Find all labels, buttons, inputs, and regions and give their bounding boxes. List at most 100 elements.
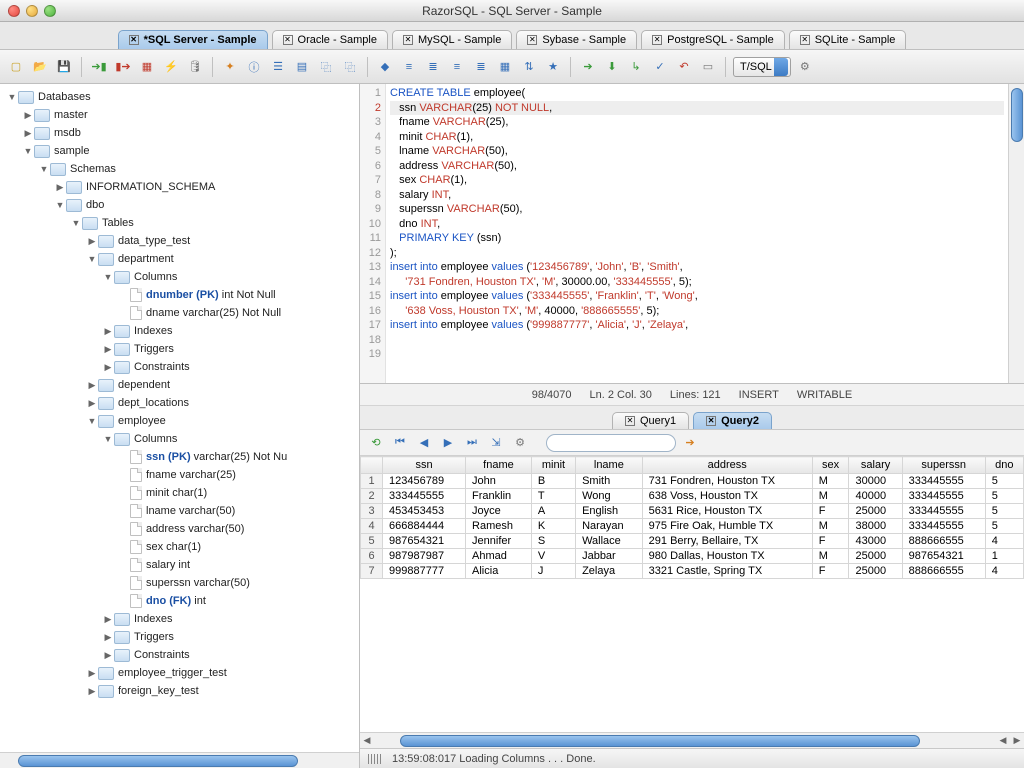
close-tab-icon[interactable]: ✕ [652, 35, 662, 45]
collapse-icon[interactable]: ▶ [86, 236, 98, 247]
new-file-button[interactable]: ▢ [6, 57, 26, 77]
disconnect-button[interactable]: ▮➔ [113, 57, 133, 77]
align4-button[interactable]: ≣ [471, 57, 491, 77]
tree-folder[interactable]: ▶Triggers [0, 340, 359, 358]
grid-cell[interactable]: 975 Fire Oak, Humble TX [642, 519, 812, 534]
star-button[interactable]: ★ [543, 57, 563, 77]
lightning-button[interactable]: ⚡ [161, 57, 181, 77]
res-last-button[interactable]: ⏭ [462, 433, 482, 453]
grid-cell[interactable]: 987987987 [383, 549, 466, 564]
grid-cell[interactable]: 5 [985, 474, 1023, 489]
res-go-button[interactable]: ➔ [680, 433, 700, 453]
grid-row[interactable]: 4666884444RameshKNarayan975 Fire Oak, Hu… [361, 519, 1024, 534]
grid-cell[interactable]: 40000 [849, 489, 902, 504]
tree-folder[interactable]: ▼sample [0, 142, 359, 160]
expand-icon[interactable]: ▼ [86, 254, 98, 264]
grid-cell[interactable]: K [531, 519, 575, 534]
grid-col-header[interactable]: dno [985, 457, 1023, 474]
connection-tab[interactable]: ✕MySQL - Sample [392, 30, 512, 49]
grid-cell[interactable]: 5 [985, 519, 1023, 534]
collapse-icon[interactable]: ▶ [86, 398, 98, 409]
grid-cell[interactable]: 5 [985, 489, 1023, 504]
expand-icon[interactable]: ▼ [102, 272, 114, 282]
script-button[interactable]: ▤ [292, 57, 312, 77]
collapse-icon[interactable]: ▶ [102, 632, 114, 643]
res-export-button[interactable]: ⇲ [486, 433, 506, 453]
grid-cell[interactable]: 25000 [849, 504, 902, 519]
tree-folder[interactable]: ▶msdb [0, 124, 359, 142]
collapse-icon[interactable]: ▶ [54, 182, 66, 193]
grid-cell[interactable]: John [466, 474, 532, 489]
tree-column-leaf[interactable]: ssn (PK) varchar(25) Not Nu [0, 448, 359, 466]
grid-cell[interactable]: S [531, 534, 575, 549]
tree-folder[interactable]: ▶Indexes [0, 322, 359, 340]
tree-folder[interactable]: ▼Databases [0, 88, 359, 106]
res-next-button[interactable]: ▶ [438, 433, 458, 453]
sort-button[interactable]: ⇅ [519, 57, 539, 77]
paste-button[interactable]: ⿻ [340, 57, 360, 77]
grid-button[interactable]: ▦ [495, 57, 515, 77]
grid-cell[interactable]: 4 [985, 564, 1023, 579]
open-file-button[interactable]: 📂 [30, 57, 50, 77]
connection-tab[interactable]: ✕Sybase - Sample [516, 30, 637, 49]
close-tab-icon[interactable]: ✕ [800, 35, 810, 45]
grid-cell[interactable]: A [531, 504, 575, 519]
results-search-input[interactable] [546, 434, 676, 452]
grid-h-scrollbar[interactable]: ◀◀▶ [360, 732, 1024, 748]
grid-col-header[interactable]: minit [531, 457, 575, 474]
query-tab[interactable]: ✕Query1 [612, 412, 689, 429]
run-step-button[interactable]: ↳ [626, 57, 646, 77]
grid-row[interactable]: 3453453453JoyceAEnglish5631 Rice, Housto… [361, 504, 1024, 519]
notes-button[interactable]: ▭ [698, 57, 718, 77]
tree-folder[interactable]: ▶dependent [0, 376, 359, 394]
check-button[interactable]: ✓ [650, 57, 670, 77]
grid-cell[interactable]: 888666555 [902, 564, 985, 579]
grid-cell[interactable]: T [531, 489, 575, 504]
grid-cell[interactable]: Wallace [576, 534, 643, 549]
grid-cell[interactable]: J [531, 564, 575, 579]
tree-folder[interactable]: ▼Columns [0, 430, 359, 448]
grid-cell[interactable]: 25000 [849, 564, 902, 579]
connection-tab[interactable]: ✕SQLite - Sample [789, 30, 907, 49]
tree-folder[interactable]: ▶Constraints [0, 646, 359, 664]
minimize-window-button[interactable] [26, 5, 38, 17]
info-button[interactable]: ⓘ [244, 57, 264, 77]
grid-cell[interactable]: B [531, 474, 575, 489]
expand-icon[interactable]: ▼ [38, 164, 50, 174]
grid-col-header[interactable]: superssn [902, 457, 985, 474]
grid-row[interactable]: 2333445555FranklinTWong638 Voss, Houston… [361, 489, 1024, 504]
copy-button[interactable]: ⿻ [316, 57, 336, 77]
grid-cell[interactable]: 453453453 [383, 504, 466, 519]
grid-col-header[interactable]: sex [812, 457, 849, 474]
grid-cell[interactable]: 888666555 [902, 534, 985, 549]
tree-folder[interactable]: ▶foreign_key_test [0, 682, 359, 700]
db-tree[interactable]: ▼Databases▶master▶msdb▼sample▼Schemas▶IN… [0, 84, 359, 752]
editor-code[interactable]: CREATE TABLE employee( ssn VARCHAR(25) N… [386, 84, 1008, 383]
connection-tab[interactable]: ✕*SQL Server - Sample [118, 30, 268, 49]
grid-cell[interactable]: F [812, 504, 849, 519]
grid-row[interactable]: 7999887777AliciaJZelaya3321 Castle, Spri… [361, 564, 1024, 579]
collapse-icon[interactable]: ▶ [86, 668, 98, 679]
grid-cell[interactable]: English [576, 504, 643, 519]
collapse-icon[interactable]: ▶ [102, 344, 114, 355]
list-button[interactable]: ☰ [268, 57, 288, 77]
tree-folder[interactable]: ▶Triggers [0, 628, 359, 646]
grid-cell[interactable]: Joyce [466, 504, 532, 519]
grid-row[interactable]: 1123456789JohnBSmith731 Fondren, Houston… [361, 474, 1024, 489]
close-tab-icon[interactable]: ✕ [403, 35, 413, 45]
grid-cell[interactable]: M [812, 474, 849, 489]
collapse-icon[interactable]: ▶ [86, 380, 98, 391]
connection-tab[interactable]: ✕PostgreSQL - Sample [641, 30, 785, 49]
tree-folder[interactable]: ▶dept_locations [0, 394, 359, 412]
grid-cell[interactable]: 30000 [849, 474, 902, 489]
tree-folder[interactable]: ▶employee_trigger_test [0, 664, 359, 682]
grid-cell[interactable]: 333445555 [902, 474, 985, 489]
collapse-icon[interactable]: ▶ [22, 128, 34, 139]
tree-folder[interactable]: ▼Tables [0, 214, 359, 232]
magic-button[interactable]: ✦ [220, 57, 240, 77]
zoom-window-button[interactable] [44, 5, 56, 17]
connect-button[interactable]: ➔▮ [89, 57, 109, 77]
save-file-button[interactable]: 💾 [54, 57, 74, 77]
grid-row[interactable]: 5987654321JenniferSWallace291 Berry, Bel… [361, 534, 1024, 549]
grid-cell[interactable]: M [812, 549, 849, 564]
